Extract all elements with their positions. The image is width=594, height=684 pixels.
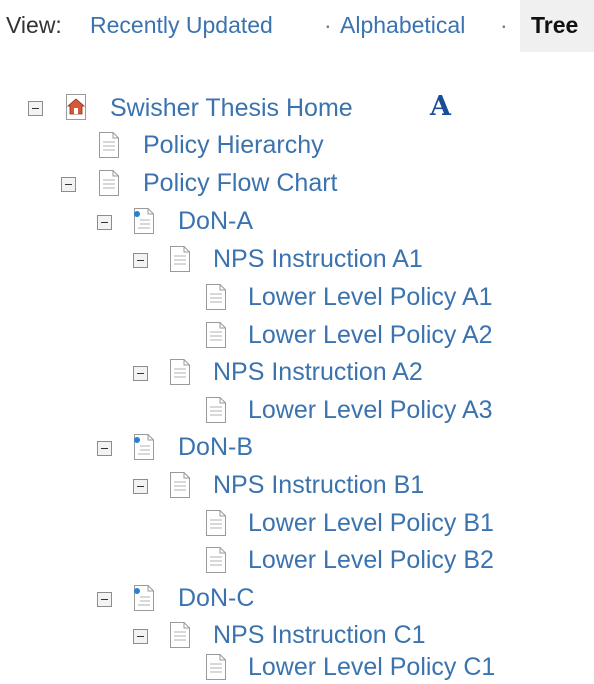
tree-node-nps-instruction-b1[interactable]: NPS Instruction B1 — [213, 470, 424, 500]
tree-node-don-b[interactable]: DoN-B — [178, 432, 253, 462]
tree-node-lower-level-policy-b2[interactable]: Lower Level Policy B2 — [248, 545, 494, 575]
page-icon — [206, 397, 226, 423]
tree-node-swisher-thesis-home[interactable]: Swisher Thesis Home — [110, 93, 353, 123]
page-with-attachment-icon — [134, 208, 154, 234]
collapse-toggle-icon[interactable] — [97, 592, 112, 607]
tree-node-don-c[interactable]: DoN-C — [178, 583, 254, 613]
tree-node-lower-level-policy-a2[interactable]: Lower Level Policy A2 — [248, 320, 493, 350]
view-label: View: — [6, 12, 62, 38]
tree-node-lower-level-policy-c1[interactable]: Lower Level Policy C1 — [248, 652, 495, 682]
page-icon — [170, 472, 190, 498]
edit-page-icon[interactable]: A — [430, 91, 451, 122]
page-icon — [99, 132, 119, 158]
view-alphabetical-link[interactable]: Alphabetical — [340, 12, 465, 39]
page-with-attachment-icon — [134, 434, 154, 460]
tree-node-lower-level-policy-a3[interactable]: Lower Level Policy A3 — [248, 395, 493, 425]
view-separator: · — [324, 12, 332, 38]
tree-node-lower-level-policy-a1[interactable]: Lower Level Policy A1 — [248, 282, 493, 312]
page-icon — [206, 654, 226, 680]
view-tree-current: Tree — [520, 0, 594, 52]
collapse-toggle-icon[interactable] — [133, 629, 148, 644]
page-icon — [170, 246, 190, 272]
page-icon — [206, 510, 226, 536]
tree-node-nps-instruction-a1[interactable]: NPS Instruction A1 — [213, 244, 423, 274]
collapse-toggle-icon[interactable] — [28, 101, 43, 116]
view-switcher: View: Recently Updated · Alphabetical · … — [0, 0, 594, 52]
page-icon — [206, 284, 226, 310]
tree-node-policy-hierarchy[interactable]: Policy Hierarchy — [143, 130, 324, 160]
tree-node-policy-flow-chart[interactable]: Policy Flow Chart — [143, 168, 338, 198]
tree-node-lower-level-policy-b1[interactable]: Lower Level Policy B1 — [248, 508, 494, 538]
collapse-toggle-icon[interactable] — [133, 366, 148, 381]
collapse-toggle-icon[interactable] — [97, 441, 112, 456]
page-with-attachment-icon — [134, 585, 154, 611]
page-icon — [170, 622, 190, 648]
page-icon — [206, 322, 226, 348]
collapse-toggle-icon[interactable] — [133, 253, 148, 268]
tree-node-nps-instruction-c1[interactable]: NPS Instruction C1 — [213, 620, 426, 650]
tree-node-nps-instruction-a2[interactable]: NPS Instruction A2 — [213, 357, 423, 387]
collapse-toggle-icon[interactable] — [61, 177, 76, 192]
page-icon — [206, 547, 226, 573]
home-page-icon — [66, 94, 86, 120]
page-icon — [170, 359, 190, 385]
view-recently-updated-link[interactable]: Recently Updated — [90, 12, 273, 39]
tree-node-don-a[interactable]: DoN-A — [178, 206, 253, 236]
page-icon — [99, 170, 119, 196]
collapse-toggle-icon[interactable] — [133, 479, 148, 494]
collapse-toggle-icon[interactable] — [97, 215, 112, 230]
view-separator: · — [500, 12, 508, 38]
